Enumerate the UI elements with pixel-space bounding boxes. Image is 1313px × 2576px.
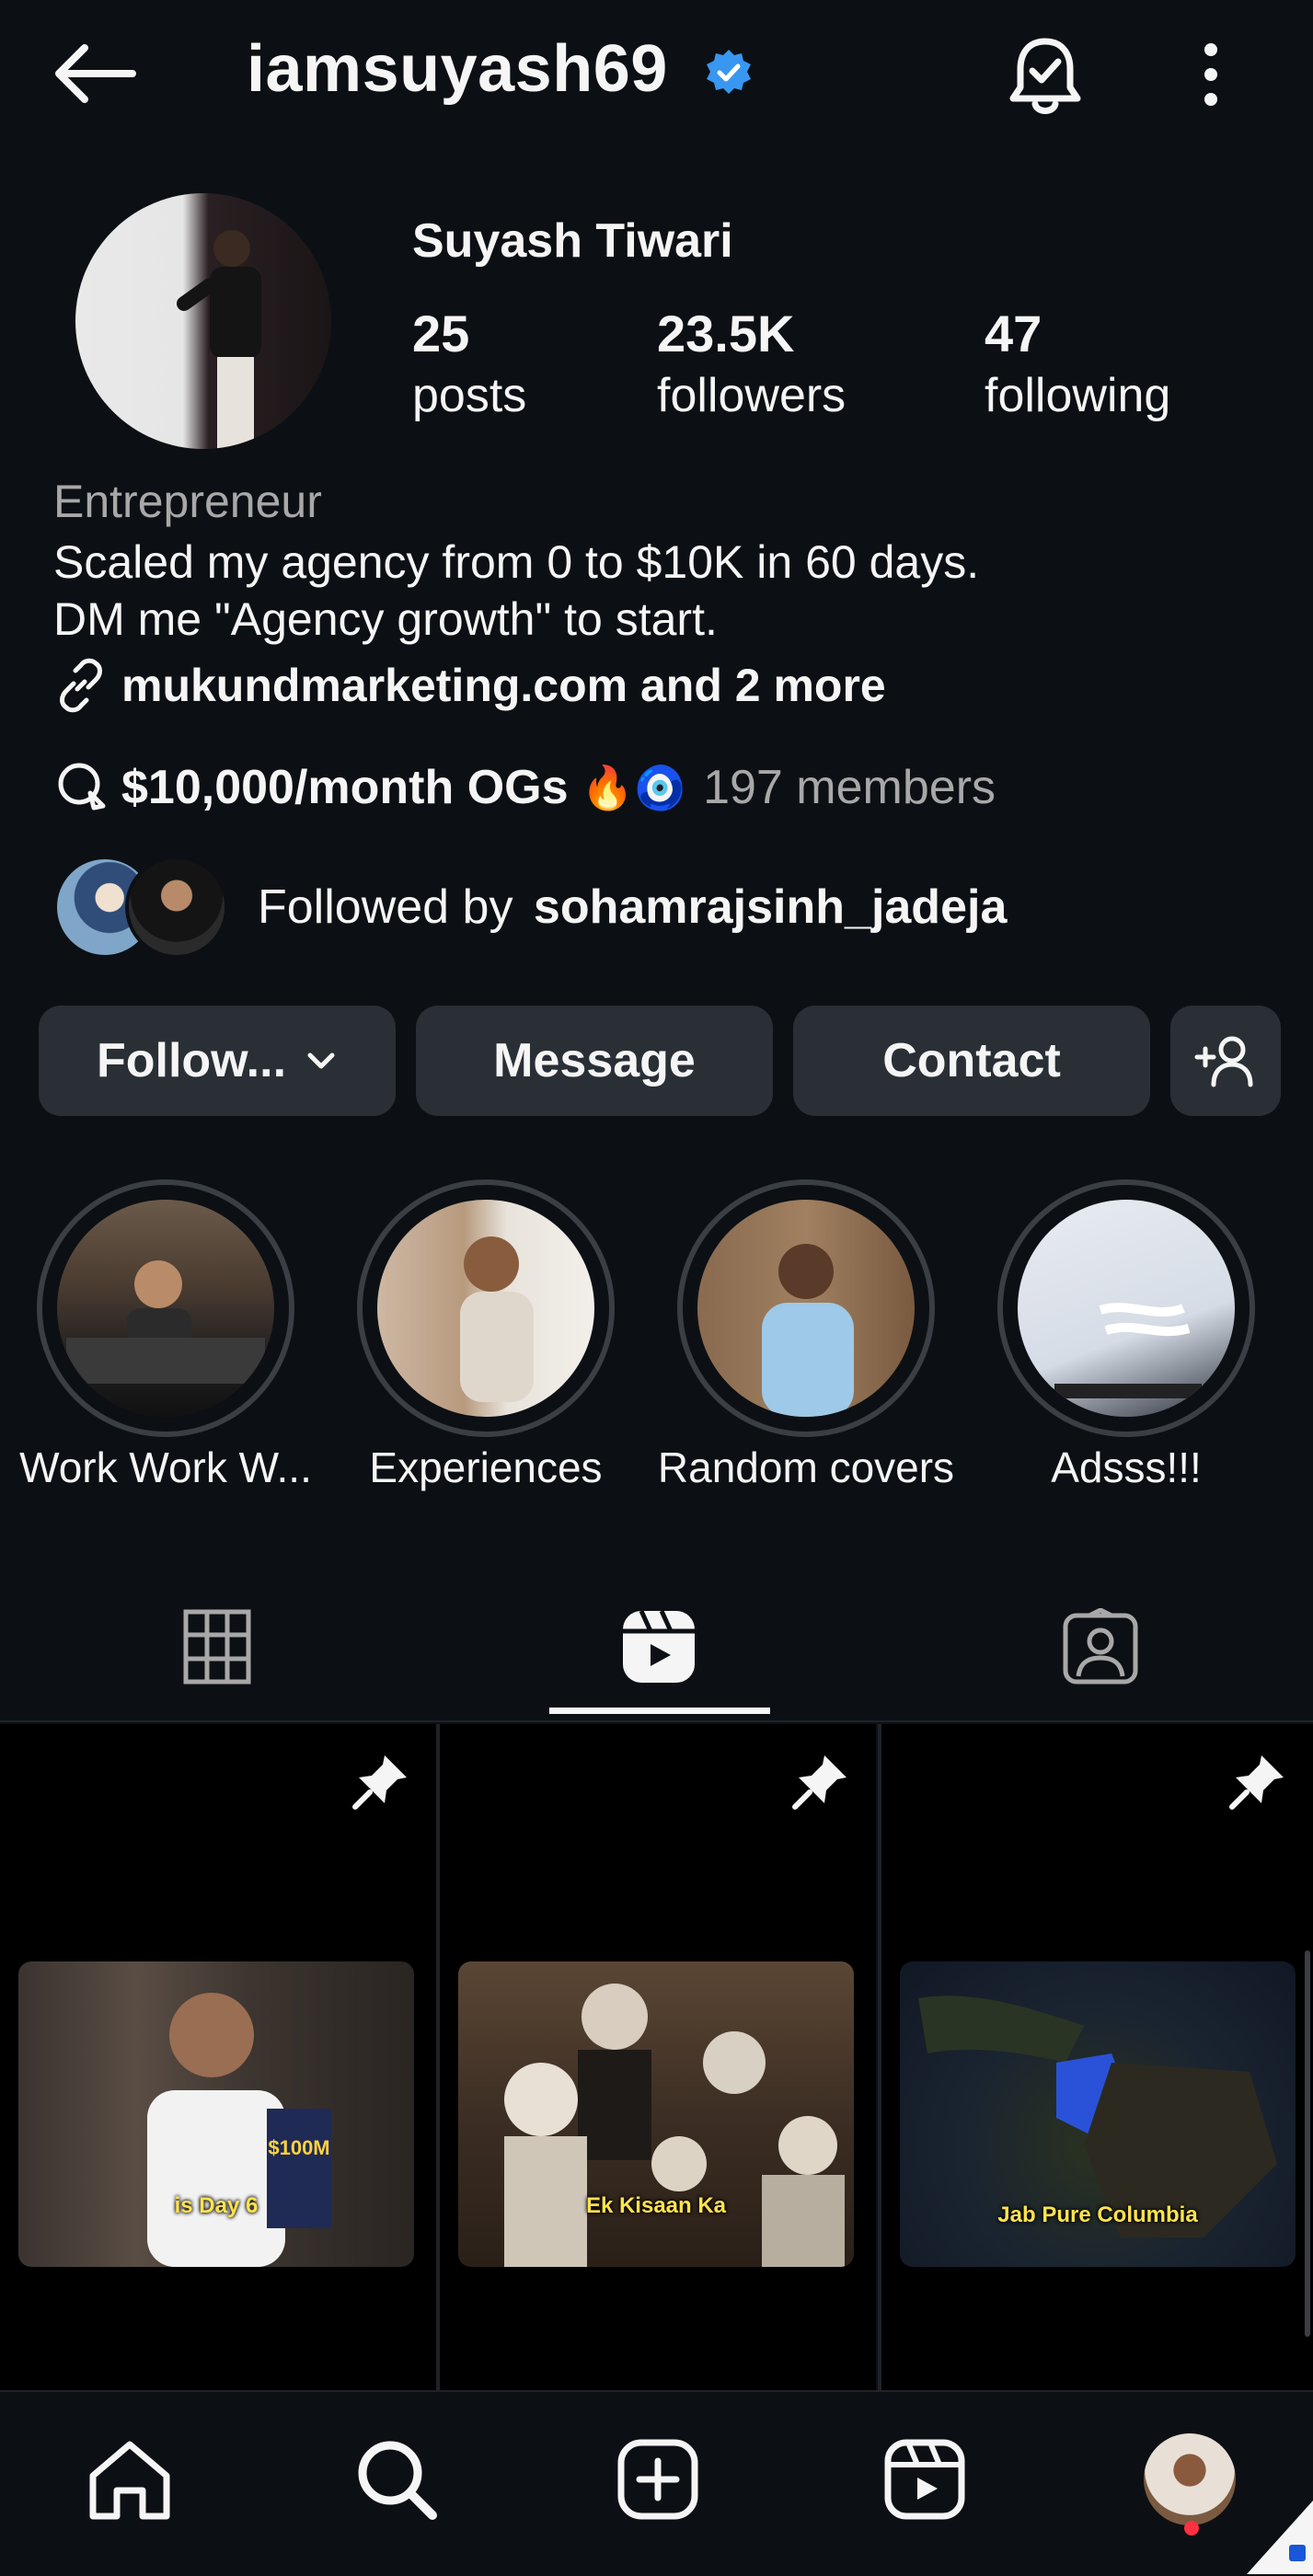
- reel-caption: is Day 6: [174, 2193, 259, 2218]
- mutual-avatar-2: [125, 856, 228, 959]
- grid-gap: [436, 1724, 440, 2390]
- reel-caption: Jab Pure Columbia: [997, 2202, 1198, 2227]
- pin-icon: [1229, 1755, 1284, 1810]
- link-icon: [60, 658, 102, 713]
- followed-by[interactable]: Followed by sohamrajsinh_jadeja: [53, 854, 1007, 960]
- tab-tagged[interactable]: [1054, 1601, 1146, 1693]
- reels-icon: [623, 1609, 695, 1683]
- reel-tile[interactable]: Jab Pure Columbia: [881, 1724, 1313, 2390]
- home-icon: [89, 2441, 170, 2520]
- followers-label: followers: [657, 369, 847, 422]
- broadcast-channel[interactable]: $10,000/month OGs 🔥🧿 197 members: [53, 751, 996, 824]
- pin-icon: [352, 1755, 407, 1810]
- reel-thumbnail: Ek Kisaan Ka: [458, 1961, 854, 2267]
- nav-reels[interactable]: [874, 2429, 975, 2530]
- more-vertical-icon: [1204, 43, 1217, 106]
- reel-thumbnail: Jab Pure Columbia: [900, 1961, 1296, 2267]
- active-tab-indicator: [549, 1708, 770, 1714]
- contact-button[interactable]: Contact: [793, 1006, 1150, 1116]
- followed-by-text: Followed by sohamrajsinh_jadeja: [258, 880, 1007, 935]
- bio-link[interactable]: mukundmarketing.com and 2 more: [53, 653, 886, 718]
- highlight-cover: [377, 1200, 594, 1417]
- message-label: Message: [493, 1034, 696, 1087]
- suggest-users-button[interactable]: [1170, 1006, 1281, 1116]
- notification-bell-button[interactable]: [999, 31, 1091, 120]
- create-icon: [617, 2439, 698, 2520]
- highlight-cover: [697, 1200, 915, 1417]
- svg-text:$100M: $100M: [268, 2136, 329, 2159]
- following-label: following: [985, 369, 1171, 422]
- highlight-label: Random covers: [657, 1443, 955, 1491]
- channel-icon: [58, 763, 106, 811]
- channel-emoji: 🔥🧿: [581, 763, 687, 811]
- highlight-label: Adsss!!!: [1051, 1443, 1202, 1491]
- arrow-left-icon: [55, 44, 136, 103]
- nav-create[interactable]: [607, 2429, 708, 2530]
- grid-icon: [183, 1609, 251, 1685]
- reel-thumbnail: $100M is Day 6: [18, 1961, 414, 2267]
- reels-icon: [884, 2439, 965, 2520]
- bio-line-2: DM me "Agency growth" to start.: [53, 593, 718, 645]
- scrollbar[interactable]: [1305, 1950, 1310, 2337]
- bio-link-text: mukundmarketing.com and 2 more: [121, 660, 886, 711]
- nav-home[interactable]: [79, 2429, 180, 2530]
- followers-count: 23.5K: [657, 305, 795, 362]
- profile-avatar[interactable]: [75, 193, 331, 449]
- follow-button[interactable]: Follow...: [39, 1006, 396, 1116]
- highlight-experiences[interactable]: [357, 1179, 615, 1437]
- highlight-cover: [57, 1200, 274, 1417]
- posts-count: 25: [412, 305, 470, 362]
- add-user-icon: [1194, 1036, 1253, 1087]
- grid-gap: [878, 1724, 881, 2390]
- highlight-label: Work Work W...: [19, 1443, 312, 1491]
- back-button[interactable]: [48, 37, 140, 110]
- pin-icon: [792, 1755, 847, 1810]
- profile-tabs: [0, 1582, 1313, 1720]
- contact-label: Contact: [882, 1034, 1061, 1087]
- profile-category: Entrepreneur: [53, 476, 322, 527]
- following-count: 47: [985, 305, 1042, 362]
- highlight-random-covers[interactable]: [677, 1179, 935, 1437]
- highlight-label: Experiences: [369, 1443, 603, 1491]
- bottom-navigation: [0, 2390, 1313, 2576]
- tab-grid[interactable]: [171, 1601, 263, 1693]
- reel-tile[interactable]: $100M is Day 6: [0, 1724, 436, 2390]
- verified-badge-icon: [707, 50, 751, 94]
- chevron-down-icon: [307, 1052, 335, 1069]
- message-button[interactable]: Message: [416, 1006, 773, 1116]
- avatar-photo: [177, 230, 261, 449]
- tagged-icon: [1063, 1608, 1138, 1685]
- follow-label: Follow...: [96, 1034, 287, 1087]
- notification-bell-icon: [1009, 38, 1081, 114]
- corner-overlay-icon: [1247, 2501, 1313, 2574]
- tab-reels[interactable]: [613, 1601, 705, 1693]
- search-icon: [358, 2441, 437, 2520]
- posts-label: posts: [412, 369, 527, 422]
- more-options-button[interactable]: [1187, 33, 1235, 116]
- followed-by-user: sohamrajsinh_jadeja: [533, 880, 1008, 934]
- highlight-adsss[interactable]: [997, 1179, 1255, 1437]
- top-bar: iamsuyash69: [0, 0, 1313, 147]
- profile-avatar: [1144, 2433, 1236, 2525]
- followed-by-prefix: Followed by: [258, 880, 513, 934]
- bio-line-1: Scaled my agency from 0 to $10K in 60 da…: [53, 536, 980, 588]
- channel-name: $10,000/month OGs: [121, 761, 569, 814]
- channel-members: 197 members: [703, 761, 996, 814]
- reel-caption: Ek Kisaan Ka: [585, 2193, 727, 2218]
- nav-profile[interactable]: [1139, 2429, 1240, 2530]
- reel-tile[interactable]: Ek Kisaan Ka: [440, 1724, 876, 2390]
- highlight-work[interactable]: [37, 1179, 294, 1437]
- nav-search[interactable]: [346, 2429, 447, 2530]
- display-name: Suyash Tiwari: [412, 214, 733, 268]
- notification-dot: [1184, 2521, 1199, 2536]
- profile-username: iamsuyash69: [247, 32, 668, 106]
- highlight-cover: [1018, 1200, 1235, 1417]
- tab-divider: [0, 1720, 1313, 1722]
